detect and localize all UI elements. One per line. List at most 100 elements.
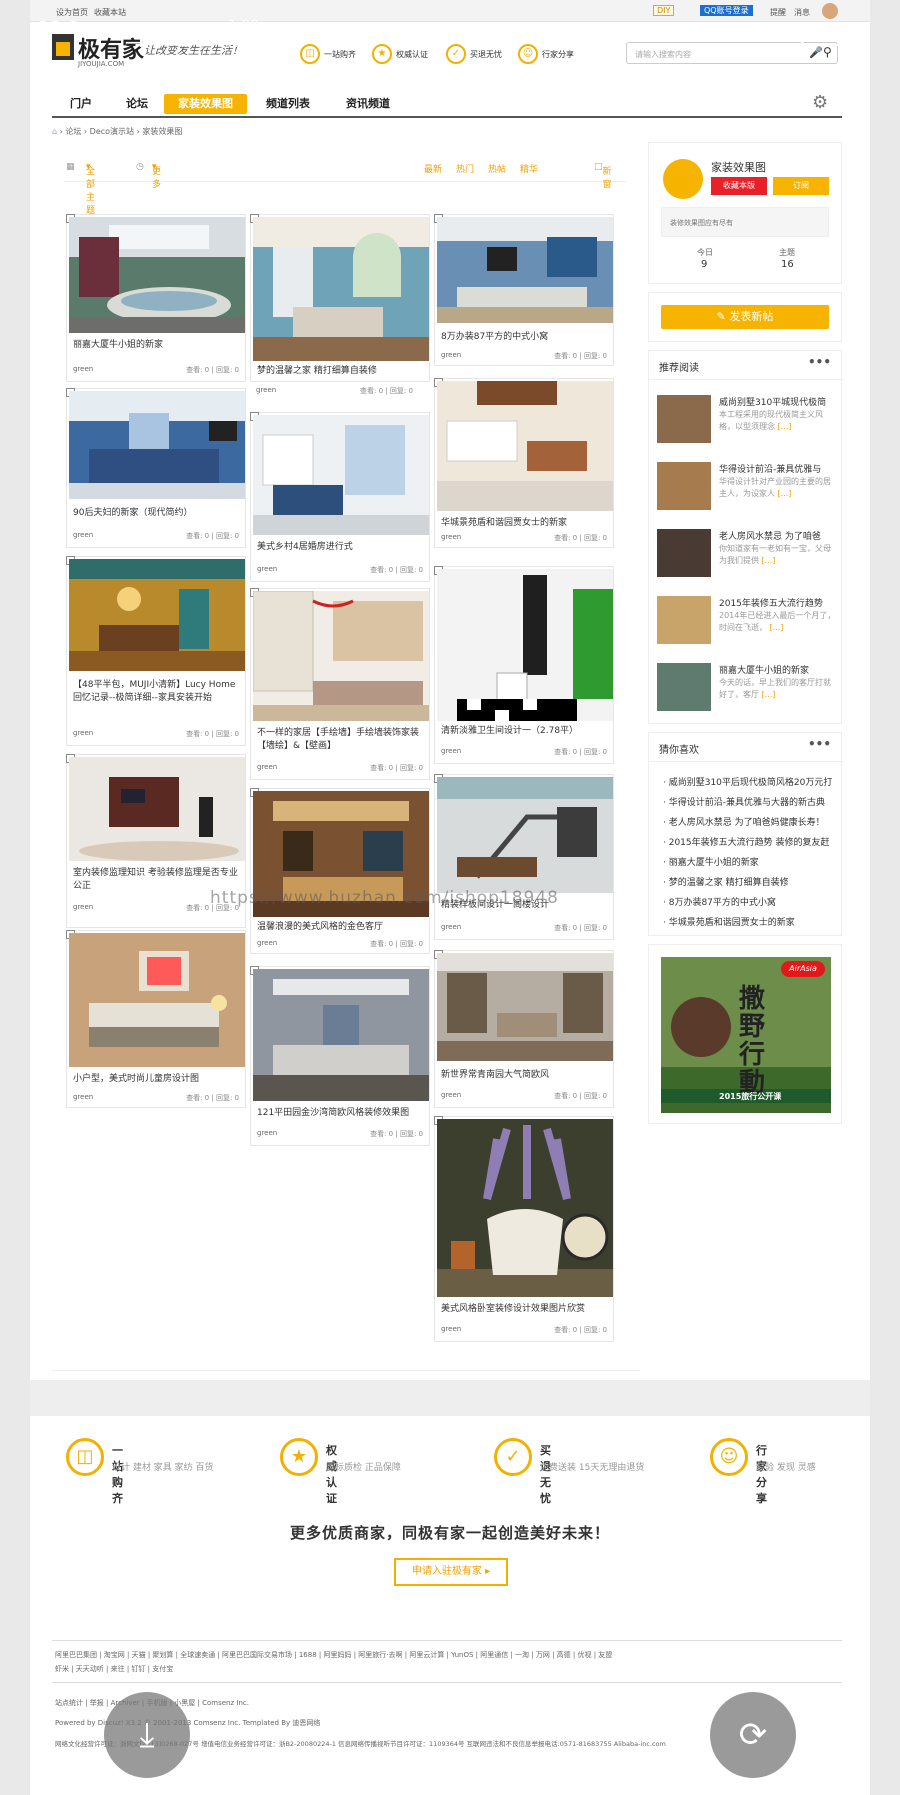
post-title[interactable]: 8万办装87平方的中式小窝 — [441, 331, 609, 344]
post-author[interactable]: green — [73, 729, 93, 737]
more-icon[interactable]: ••• — [808, 355, 831, 369]
post-author[interactable]: green — [441, 1091, 461, 1099]
post-thumbnail[interactable] — [437, 381, 613, 511]
post-thumbnail[interactable] — [437, 953, 613, 1061]
recommended-item[interactable]: 华得设计前沿-兼具优雅与 华得设计针对产业园的主要的居主人，为设家人 [...] — [649, 462, 843, 522]
post-thumbnail[interactable] — [69, 559, 245, 671]
nav-channels[interactable]: 频道列表 — [252, 94, 324, 114]
post-card[interactable]: 新世界常青南园大气简欧风 green 查看: 0 | 回复: 0 — [434, 950, 614, 1108]
post-card[interactable]: 美式风格卧室装修设计效果图片欣赏 green 查看: 0 | 回复: 0 — [434, 1116, 614, 1342]
post-title[interactable]: 【48平半包，MUJI小清新】Lucy Home回忆记录--极简详细--家具安装… — [73, 679, 241, 719]
nav-forum[interactable]: 论坛 — [112, 94, 162, 114]
recommended-item-title[interactable]: 丽嘉大厦牛小姐的新家 — [719, 663, 837, 676]
sort-hot[interactable]: 热门 — [456, 162, 474, 175]
post-title[interactable]: 丽嘉大厦牛小姐的新家 — [73, 339, 241, 352]
sort-latest[interactable]: 最新 — [424, 162, 442, 175]
post-title[interactable]: 新世界常青南园大气简欧风 — [441, 1069, 609, 1082]
recommended-thumbnail[interactable] — [657, 663, 711, 711]
post-card[interactable]: 121平田园金沙湾简欧风格装修效果图 green 查看: 0 | 回复: 0 — [250, 966, 430, 1146]
sort-popular[interactable]: 热帖 — [488, 162, 506, 175]
post-card[interactable]: 梦的温馨之家 精打细算自装修 — [250, 214, 430, 382]
more-icon[interactable]: ••• — [808, 737, 831, 751]
post-author[interactable]: green — [73, 365, 93, 373]
post-thumbnail[interactable] — [69, 391, 245, 499]
join-merchant-button[interactable]: 申请入驻极有家 ▸ — [394, 1558, 508, 1586]
guess-item[interactable]: · 梦的温馨之家 精打细算自装修 — [663, 875, 839, 888]
download-button[interactable]: ⤓ — [104, 1692, 190, 1778]
guess-item[interactable]: · 丽嘉大厦牛小姐的新家 — [663, 855, 839, 868]
post-card[interactable]: 清新淡雅卫生间设计一（2.78平） green 查看: 0 | 回复: 0 — [434, 566, 614, 764]
recommended-item[interactable]: 威尚别墅310平城现代极简 本工程采用的现代极简主义风格，以型须理念 [...] — [649, 395, 843, 455]
nav-portal[interactable]: 门户 — [56, 94, 106, 114]
sort-digest[interactable]: 精华 — [520, 162, 538, 175]
post-author[interactable]: green — [73, 903, 93, 911]
post-card[interactable]: 【48平半包，MUJI小清新】Lucy Home回忆记录--极简详细--家具安装… — [66, 556, 246, 746]
post-card[interactable]: 美式乡村4居婚房进行式 green 查看: 0 | 回复: 0 — [250, 412, 430, 582]
post-author[interactable]: green — [257, 763, 277, 771]
recommended-item[interactable]: 2015年装修五大流行趋势 2014年已经进入最后一个月了，时间在飞逝， [..… — [649, 596, 843, 656]
post-thumbnail[interactable] — [437, 569, 613, 721]
post-card[interactable]: 华城景苑盾和谐园贾女士的新家 green 查看: 0 | 回复: 0 — [434, 378, 614, 548]
post-title[interactable]: 小户型，美式时尚儿童房设计图 — [73, 1073, 241, 1086]
post-thumbnail[interactable] — [69, 933, 245, 1067]
post-author[interactable]: green — [441, 747, 461, 755]
nav-renderings[interactable]: 家装效果图 — [164, 94, 247, 114]
post-title[interactable]: 清新淡雅卫生间设计一（2.78平） — [441, 725, 609, 738]
post-card[interactable]: 90后夫妇的新家（现代简约） green 查看: 0 | 回复: 0 — [66, 388, 246, 548]
post-author[interactable]: green — [257, 1129, 277, 1137]
post-card[interactable]: 8万办装87平方的中式小窝 green 查看: 0 | 回复: 0 — [434, 214, 614, 366]
post-author[interactable]: green — [441, 533, 461, 541]
guess-item[interactable]: · 老人房风水禁忌 为了咱爸妈健康长寿！ — [663, 815, 839, 828]
footer-partner-links[interactable]: 阿里巴巴集团 | 淘宝网 | 天猫 | 聚划算 | 全球速卖通 | 阿里巴巴国际… — [55, 1650, 612, 1660]
grid-view-icon[interactable]: ▦ — [66, 162, 75, 172]
post-card[interactable]: 小户型，美式时尚儿童房设计图 green 查看: 0 | 回复: 0 — [66, 930, 246, 1108]
guess-item[interactable]: · 2015年装修五大流行趋势 装修的复友赶 — [663, 835, 839, 848]
nav-news[interactable]: 资讯频道 — [332, 94, 404, 114]
post-thumbnail[interactable] — [253, 591, 429, 721]
new-post-button[interactable]: ✎ 发表新帖 — [661, 305, 829, 329]
breadcrumb-current[interactable]: 家装效果图 — [142, 127, 182, 136]
more-dropdown[interactable]: 更多 ▾ — [152, 162, 161, 190]
post-author[interactable]: green — [256, 386, 276, 394]
post-author[interactable]: green — [441, 351, 461, 359]
recommended-thumbnail[interactable] — [657, 596, 711, 644]
ad-box[interactable]: AirAsia 撒野行動 2015旅行公开课 — [648, 944, 842, 1124]
share-button[interactable]: ⟳ — [710, 1692, 796, 1778]
post-title[interactable]: 90后夫妇的新家（现代简约） — [73, 507, 241, 520]
recommended-item-title[interactable]: 2015年装修五大流行趋势 — [719, 596, 837, 609]
gear-icon[interactable]: ⚙ — [812, 92, 828, 113]
post-thumbnail[interactable] — [437, 217, 613, 323]
post-title[interactable]: 温馨浪漫的美式风格的金色客厅 — [257, 921, 425, 934]
recommended-item-title[interactable]: 华得设计前沿-兼具优雅与 — [719, 462, 837, 475]
guess-item[interactable]: · 华得设计前沿-兼具优雅与大器的新古典 — [663, 795, 839, 808]
recommended-item-title[interactable]: 威尚别墅310平城现代极简 — [719, 395, 837, 408]
post-card[interactable]: 温馨浪漫的美式风格的金色客厅 green 查看: 0 | 回复: 0 — [250, 788, 430, 954]
recommended-thumbnail[interactable] — [657, 529, 711, 577]
guess-item[interactable]: · 8万办装87平方的中式小窝 — [663, 895, 839, 908]
post-author[interactable]: green — [441, 923, 461, 931]
recommended-item[interactable]: 丽嘉大厦牛小姐的新家 今天的话，早上我们的客厅打就好了，客厅 [...] — [649, 663, 843, 723]
post-thumbnail[interactable] — [253, 969, 429, 1101]
new-window-toggle[interactable]: □ 新窗 — [594, 162, 612, 190]
post-thumbnail[interactable] — [437, 1119, 613, 1297]
post-card[interactable]: 不一样的家居【手绘墙】手绘墙装饰家装【墙绘】&【壁画】 green 查看: 0 … — [250, 588, 430, 780]
post-title[interactable]: 美式风格卧室装修设计效果图片欣赏 — [441, 1303, 609, 1316]
recommended-thumbnail[interactable] — [657, 462, 711, 510]
guess-item[interactable]: · 威尚别墅310平后现代极简风格20万元打 — [663, 775, 839, 788]
post-author[interactable]: green — [257, 565, 277, 573]
favorite-forum-button[interactable]: 收藏本版 — [711, 177, 767, 195]
post-title[interactable]: 华城景苑盾和谐园贾女士的新家 — [441, 517, 609, 530]
post-thumbnail[interactable] — [253, 415, 429, 535]
breadcrumb-forum[interactable]: 论坛 — [65, 127, 81, 136]
post-thumbnail[interactable] — [437, 777, 613, 893]
post-title[interactable]: 不一样的家居【手绘墙】手绘墙装饰家装【墙绘】&【壁画】 — [257, 727, 425, 755]
post-thumbnail[interactable] — [69, 757, 245, 861]
recommended-item[interactable]: 老人房风水禁忌 为了咱爸 你知道家有一老如有一宝，父母为我们提供 [...] — [649, 529, 843, 589]
post-card[interactable]: 精装样板间设计一阁楼设计 green 查看: 0 | 回复: 0 — [434, 774, 614, 940]
post-thumbnail[interactable] — [253, 217, 429, 361]
post-card[interactable]: 丽嘉大厦牛小姐的新家 green 查看: 0 | 回复: 0 — [66, 214, 246, 382]
post-title[interactable]: 美式乡村4居婚房进行式 — [257, 541, 425, 554]
home-icon[interactable]: ⌂ — [52, 127, 57, 136]
post-author[interactable]: green — [73, 1093, 93, 1101]
subscribe-button[interactable]: 订阅 — [773, 177, 829, 195]
